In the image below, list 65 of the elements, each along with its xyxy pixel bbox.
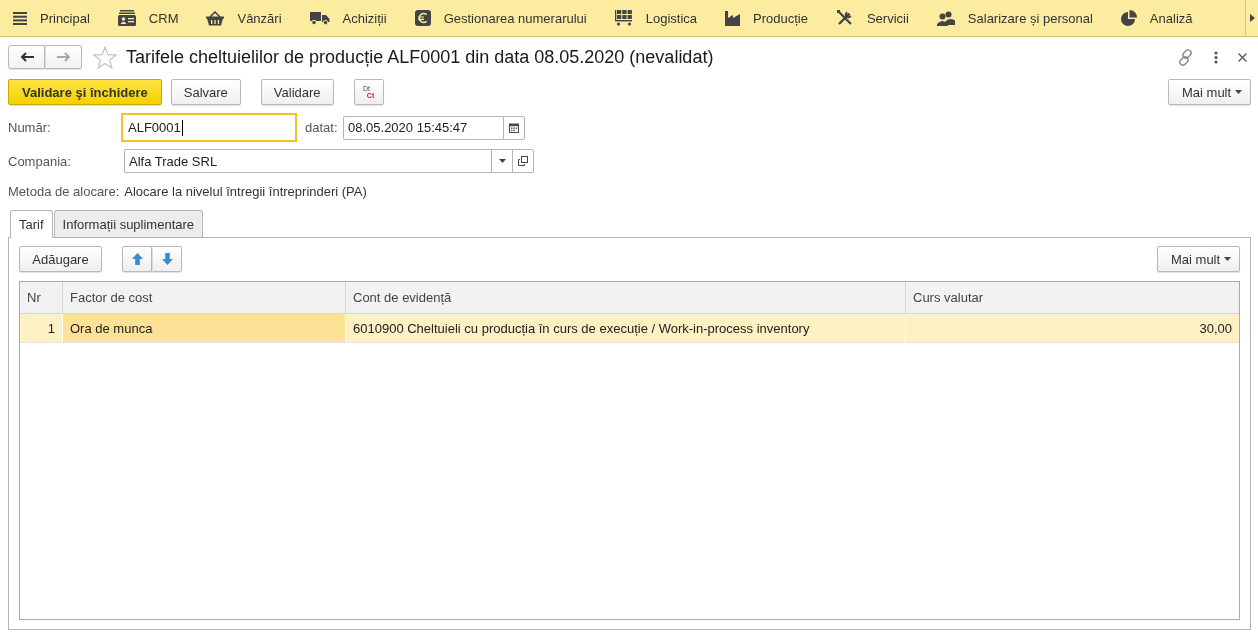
arrow-down-icon	[161, 253, 173, 265]
back-button[interactable]	[8, 45, 45, 69]
company-field[interactable]: Alfa Trade SRL	[124, 149, 491, 173]
column-header[interactable]: Factor de cost	[63, 282, 346, 313]
move-down-button[interactable]	[152, 246, 182, 272]
section-menu-item[interactable]: Logistica	[600, 0, 711, 36]
post-and-close-button[interactable]: Validare şi închidere	[8, 79, 162, 105]
table-cell: 6010900 Cheltuieli cu producția în curs de execuție / Work-in-process inventory	[346, 314, 906, 342]
tab[interactable]: Informații suplimentare	[53, 210, 204, 237]
more-button[interactable]: Mai mult	[1168, 79, 1251, 105]
table-cell: Ora de munca	[63, 314, 346, 342]
close-icon[interactable]	[1238, 52, 1247, 62]
number-field[interactable]: ALF0001	[121, 113, 297, 142]
arrow-up-icon	[131, 253, 143, 265]
column-header[interactable]: Cont de evidență	[346, 282, 906, 313]
table-cell-text: 30,00	[1198, 319, 1233, 338]
star-icon[interactable]	[93, 45, 117, 69]
tab[interactable]: Tarif	[10, 210, 53, 238]
toolbar-button[interactable]: Salvare	[170, 79, 241, 105]
section-menu-item[interactable]: Servicii	[821, 0, 923, 36]
open-window-icon	[518, 156, 528, 166]
calendar-button[interactable]	[503, 115, 525, 140]
section-menu-item[interactable]: Gestionarea numerarului	[400, 0, 601, 36]
caret-icon	[1224, 257, 1231, 261]
basket-icon	[206, 10, 225, 26]
menu-icon	[13, 11, 27, 25]
scroll-right-icon[interactable]	[1249, 14, 1255, 22]
document-title: Tarifele cheltuielilor de producție ALF0001 din data 08.05.2020 (nevalidat)	[126, 46, 714, 68]
field-label: Număr:	[8, 120, 52, 135]
column-header[interactable]: Curs valutar	[906, 282, 1239, 313]
more-button[interactable]: Mai mult	[1157, 246, 1240, 272]
section-menu-item[interactable]: Vânzări	[192, 0, 296, 36]
arrow-right-icon	[56, 52, 71, 62]
toolbar-button[interactable]: Validare	[260, 79, 334, 105]
move-up-button[interactable]	[122, 246, 152, 272]
date-field[interactable]: 08.05.2020 15:45:47	[343, 115, 503, 140]
euro-icon	[414, 10, 431, 26]
people-icon	[936, 10, 955, 26]
field-label: datat:	[305, 120, 339, 135]
dropdown-button[interactable]	[491, 149, 512, 173]
calendar-icon	[509, 122, 519, 133]
section-menu-item[interactable]: CRM	[103, 0, 193, 36]
section-menu-item[interactable]: Achiziții	[295, 0, 401, 36]
arrow-left-icon	[19, 52, 34, 62]
tools-icon	[835, 9, 854, 27]
field-label: Compania:	[8, 153, 72, 169]
truck-icon	[309, 11, 330, 25]
link-icon[interactable]	[1177, 48, 1194, 66]
section-menu-item[interactable]: Salarizare și personal	[922, 0, 1107, 36]
caret-icon	[498, 159, 506, 163]
open-button[interactable]	[512, 149, 534, 173]
allocation-method-value: Alocare la nivelul întregii întreprinderi (PA)	[124, 184, 367, 199]
pie-chart-icon	[1120, 10, 1137, 26]
table-row[interactable]: 1 Ora de munca 6010900 Cheltuieli cu producția în curs de execuție / Work-in-process inventory 30,00	[20, 314, 1239, 343]
cart-icon	[614, 10, 633, 26]
column-header[interactable]: Nr	[20, 282, 63, 313]
id-card-icon	[117, 10, 136, 26]
section-menu-item[interactable]: Principal	[0, 0, 104, 36]
section-menu-item[interactable]: Analiză	[1106, 0, 1207, 36]
factory-icon	[725, 10, 740, 26]
field-label: Metoda de alocare:	[8, 184, 120, 199]
section-menu-item[interactable]: Producție	[711, 0, 822, 36]
add-button[interactable]: Adăugare	[19, 246, 102, 272]
caret-icon	[1235, 90, 1242, 94]
more-options-icon[interactable]	[1214, 50, 1218, 64]
